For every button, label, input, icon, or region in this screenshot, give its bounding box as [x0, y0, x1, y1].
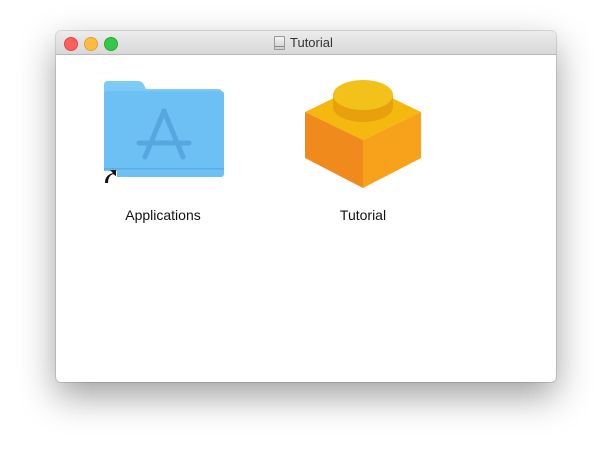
lego-brick-app-icon	[305, 80, 421, 188]
finder-window: Tutorial Applications Tutorial	[56, 31, 556, 382]
close-button[interactable]	[64, 37, 78, 51]
applications-alias-item[interactable]: Applications	[83, 31, 243, 231]
tutorial-app-item[interactable]: Tutorial	[283, 31, 443, 231]
item-label: Applications	[125, 207, 201, 223]
item-label: Tutorial	[339, 207, 387, 223]
